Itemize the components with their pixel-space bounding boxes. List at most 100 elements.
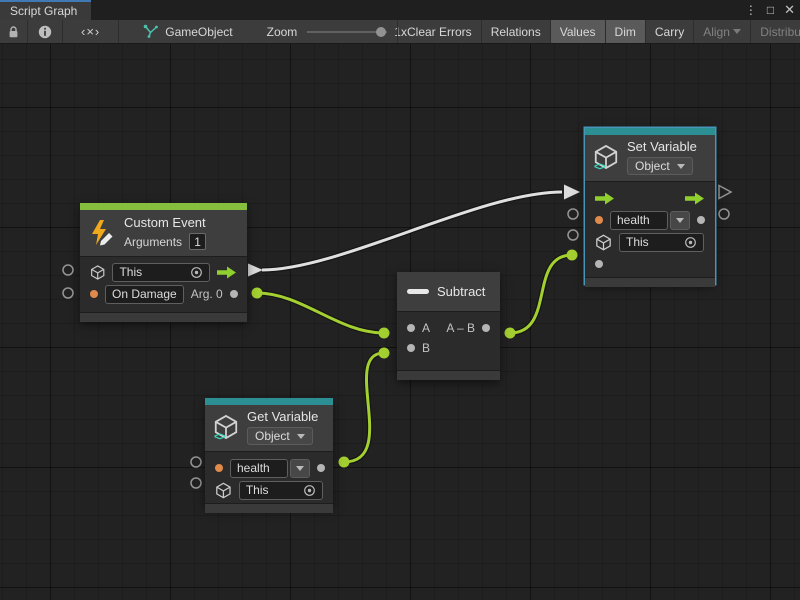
variable-name-dropdown[interactable]: health: [230, 459, 310, 478]
node-custom-event[interactable]: Custom Event Arguments 1 This: [80, 203, 247, 322]
wire-endpoint[interactable]: [379, 328, 390, 339]
output-port[interactable]: [482, 324, 490, 332]
flow-output-arrow-icon[interactable]: [217, 266, 237, 279]
wire-endpoint[interactable]: [252, 288, 263, 299]
wire-endpoint[interactable]: [505, 328, 516, 339]
distribute-label: Distribute: [760, 25, 800, 39]
clear-errors-button[interactable]: Clear Errors: [398, 20, 482, 43]
event-name-port[interactable]: [90, 290, 98, 298]
variable-name-port[interactable]: [595, 216, 603, 224]
script-graph-window: { "window": { "tab_title": "Script Graph…: [0, 0, 800, 600]
input-port-get-variable-target[interactable]: [191, 478, 201, 488]
gameobject-cube-icon: [90, 264, 105, 281]
flow-wire[interactable]: [262, 192, 562, 270]
wire-endpoint[interactable]: [339, 457, 350, 468]
variable-brackets-glyph: <>: [594, 161, 605, 173]
wire-endpoint[interactable]: [379, 348, 390, 359]
node-footer[interactable]: [585, 277, 715, 287]
code-view-button[interactable]: ‹×›: [63, 20, 119, 43]
node-get-variable[interactable]: <> Get Variable Object health: [205, 398, 333, 507]
carry-toggle[interactable]: Carry: [646, 20, 694, 43]
node-body: health This: [585, 182, 715, 277]
node-header: <> Get Variable Object: [205, 405, 333, 452]
align-dropdown[interactable]: Align: [694, 20, 751, 43]
node-footer[interactable]: [205, 503, 333, 513]
node-accent-bar: [80, 203, 247, 210]
tab-script-graph[interactable]: Script Graph: [0, 0, 91, 20]
value-wire-sub-to-set[interactable]: [510, 255, 572, 333]
close-icon[interactable]: ✕: [784, 0, 795, 20]
object-picker-icon[interactable]: [303, 484, 316, 497]
title-bar: Script Graph ⋮ □ ✕: [0, 0, 800, 20]
node-header: <> Set Variable Object: [585, 135, 715, 182]
variable-name-dropdown[interactable]: health: [610, 211, 690, 230]
window-menu-icon[interactable]: ⋮: [745, 0, 757, 20]
input-port-set-variable-name[interactable]: [568, 209, 578, 219]
flow-input-arrow-icon[interactable]: [595, 192, 615, 205]
wire-endpoint[interactable]: [567, 250, 578, 261]
target-object-field[interactable]: This: [619, 233, 704, 252]
arguments-count-field[interactable]: 1: [189, 233, 206, 250]
graph-canvas[interactable]: Custom Event Arguments 1 This: [0, 44, 800, 600]
input-port-set-variable-target[interactable]: [568, 230, 578, 240]
zoom-slider[interactable]: [307, 31, 387, 33]
output-port-set-variable-value[interactable]: [719, 209, 729, 219]
value-output-port[interactable]: [697, 216, 705, 224]
input-port-get-variable-name[interactable]: [191, 457, 201, 467]
values-toggle[interactable]: Values: [551, 20, 606, 43]
node-set-variable[interactable]: <> Set Variable Object: [585, 128, 715, 284]
value-input-port[interactable]: [595, 260, 603, 268]
flow-output-arrow-icon[interactable]: [685, 192, 705, 205]
relations-button[interactable]: Relations: [482, 20, 551, 43]
node-accent-bar: [585, 128, 715, 135]
arguments-label: Arguments: [124, 235, 182, 249]
maximize-icon[interactable]: □: [767, 0, 774, 20]
chevron-down-icon: [677, 164, 685, 169]
info-icon: [38, 25, 52, 39]
arg0-output-port[interactable]: [230, 290, 238, 298]
input-port-custom-event-name[interactable]: [63, 288, 73, 298]
target-object-field[interactable]: This: [239, 481, 323, 500]
value-wire-shadow: [344, 353, 384, 462]
variable-name-port[interactable]: [215, 464, 223, 472]
node-footer[interactable]: [80, 312, 247, 322]
gameobject-cube-icon: [595, 234, 612, 251]
lock-button[interactable]: [0, 20, 28, 43]
flow-out-port-set-variable[interactable]: [719, 186, 731, 199]
window-controls: ⋮ □ ✕: [745, 0, 795, 20]
node-body: health This: [205, 452, 333, 503]
distribute-dropdown[interactable]: Distribute: [751, 20, 800, 43]
input-port-custom-event-target[interactable]: [63, 265, 73, 275]
object-picker-icon[interactable]: [190, 266, 203, 279]
variable-name-caret-button[interactable]: [670, 211, 690, 230]
variable-scope-dropdown[interactable]: Object: [627, 157, 693, 175]
variable-name-caret-button[interactable]: [290, 459, 310, 478]
dim-toggle[interactable]: Dim: [606, 20, 646, 43]
input-a-port[interactable]: [407, 324, 415, 332]
flow-out-port-custom-event[interactable]: [248, 264, 263, 277]
info-button[interactable]: [28, 20, 63, 43]
variable-scope-dropdown[interactable]: Object: [247, 427, 313, 445]
value-wire-arg-to-a[interactable]: [257, 293, 384, 333]
chevron-down-icon: [296, 466, 304, 471]
value-wire-get-to-b[interactable]: [344, 353, 384, 462]
node-subtract[interactable]: Subtract A A – B B: [397, 272, 500, 380]
tab-title: Script Graph: [10, 4, 77, 18]
zoom-slider-thumb[interactable]: [376, 27, 386, 37]
value-output-port[interactable]: [317, 464, 325, 472]
object-picker-icon[interactable]: [684, 236, 697, 249]
variable-name-value: health: [237, 461, 270, 475]
input-b-label: B: [422, 341, 430, 355]
code-icon: ‹×›: [81, 24, 100, 39]
node-footer[interactable]: [397, 370, 500, 380]
node-title: Subtract: [437, 284, 485, 299]
node-body: This On Damage Arg. 0: [80, 257, 247, 312]
graph-owner-button[interactable]: GameObject: [137, 20, 238, 43]
toolbar-right-group: Clear Errors Relations Values Dim Carry …: [397, 20, 800, 43]
event-name-field[interactable]: On Damage: [105, 285, 184, 304]
align-label: Align: [703, 25, 730, 39]
target-object-field[interactable]: This: [112, 263, 210, 282]
lock-icon: [7, 25, 20, 39]
input-b-port[interactable]: [407, 344, 415, 352]
flow-in-port-set-variable[interactable]: [564, 185, 580, 200]
